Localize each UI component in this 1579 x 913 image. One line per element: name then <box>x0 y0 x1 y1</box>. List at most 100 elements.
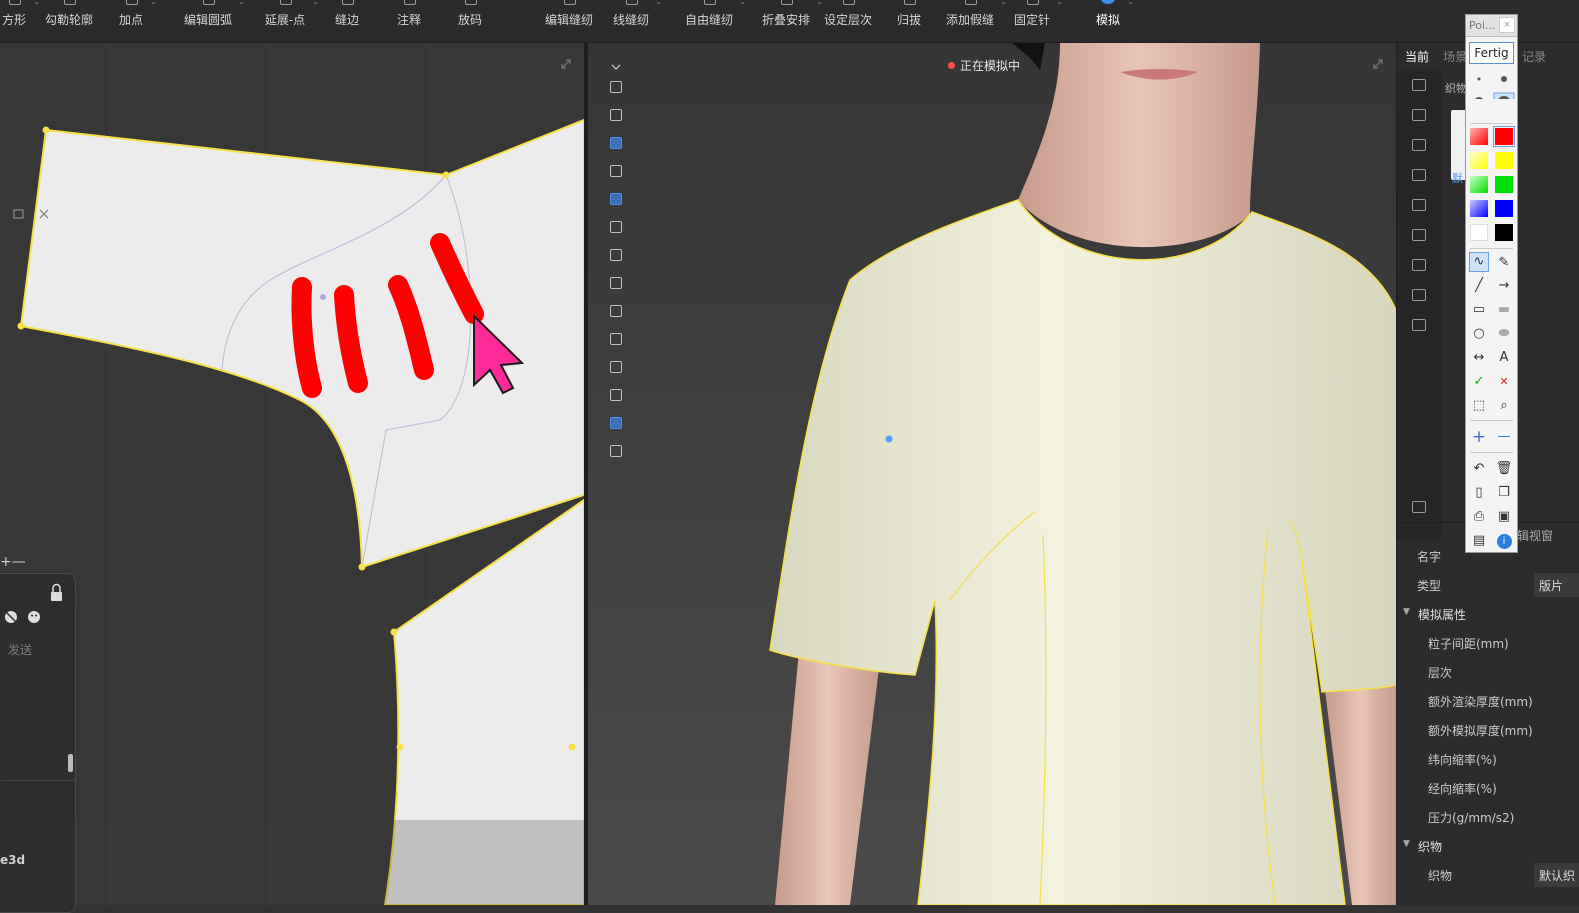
strip-garment-hide-button[interactable] <box>603 440 629 464</box>
strip-wind-button[interactable] <box>603 356 629 380</box>
tool-segment-sewing[interactable]: 线缝纫 ⌄ <box>612 0 662 43</box>
lock-icon[interactable] <box>51 583 62 602</box>
prop-group-simulation[interactable]: ▼ 模拟属性 <box>1397 599 1579 628</box>
buttonhole-icon[interactable] <box>1412 139 1426 151</box>
hide-icon[interactable] <box>4 610 18 624</box>
tool-extend-point[interactable]: 延展-点 ⌄ <box>263 0 319 43</box>
undo-icon[interactable]: ↶ <box>1469 459 1489 479</box>
tool-free-sewing[interactable]: 自由缝纫 ⌄ <box>684 0 746 43</box>
zoom-tool-icon[interactable]: ⌕ <box>1494 396 1514 416</box>
minus-icon[interactable]: — <box>1494 427 1514 447</box>
rectangle-tool-icon[interactable]: ▭ <box>1469 300 1489 320</box>
eraser-icon[interactable]: ✎ <box>1494 253 1514 273</box>
tool-add-point[interactable]: 加点 ⌄ <box>117 0 157 43</box>
fabric-value[interactable]: 默认织 <box>1534 863 1579 887</box>
freehand-pen-icon[interactable]: ∿ <box>1469 252 1489 272</box>
color-green-translucent[interactable] <box>1470 176 1488 193</box>
tool-annotation[interactable]: 注释 <box>395 0 423 43</box>
strip-grid-button[interactable] <box>603 272 629 296</box>
brush-size-picker[interactable] <box>1466 69 1517 99</box>
color-blue[interactable] <box>1495 200 1513 217</box>
new-page-icon[interactable]: ▯ <box>1469 483 1489 503</box>
palette-close-button[interactable]: × <box>1499 17 1515 33</box>
tool-add-basting[interactable]: 添加假缝 ⌄ <box>945 0 1007 43</box>
emoji-icon[interactable] <box>28 611 40 623</box>
avatar-3d-view[interactable] <box>588 43 1396 905</box>
tool-rectangle[interactable]: 方形 ⌄ <box>0 0 40 43</box>
strip-gravity-button[interactable] <box>603 300 629 324</box>
tool-pin[interactable]: 固定针 ⌄ <box>1013 0 1063 43</box>
prop-group-fabric[interactable]: ▼ 织物 <box>1397 831 1579 860</box>
prop-row-fabric[interactable]: 织物 默认织 <box>1397 860 1579 889</box>
tool-grading[interactable]: 放码 <box>456 0 484 43</box>
prop-row-particle-distance[interactable]: 粒子间距(mm) <box>1397 628 1579 657</box>
filled-ellipse-tool-icon[interactable]: ⬬ <box>1494 324 1514 344</box>
tab-scene[interactable]: 场景 <box>1443 48 1467 65</box>
tool-trace-outline[interactable]: 勾勒轮廓 <box>44 0 94 43</box>
fabric-icon[interactable] <box>1412 79 1426 91</box>
strip-body-button[interactable] <box>603 160 629 184</box>
strip-garment-button[interactable] <box>603 384 629 408</box>
strip-texture-button[interactable] <box>603 188 629 212</box>
color-red-translucent[interactable] <box>1470 128 1488 145</box>
prop-row-layer[interactable]: 层次 <box>1397 657 1579 686</box>
avatar-canvas[interactable] <box>588 43 1396 905</box>
arrow-tool-icon[interactable]: → <box>1494 276 1514 296</box>
trash-icon[interactable]: 🗑 <box>1494 459 1514 479</box>
prop-row-warp-shrink[interactable]: 经向缩率(%) <box>1397 773 1579 802</box>
plus-icon[interactable]: + <box>1469 427 1489 447</box>
copy-icon[interactable]: ❐ <box>1494 483 1514 503</box>
prop-row-pressure[interactable]: 压力(g/mm/s2) <box>1397 802 1579 831</box>
prop-row-render-thickness[interactable]: 额外渲染厚度(mm) <box>1397 686 1579 715</box>
default-fabric-link[interactable]: 默 <box>1452 170 1463 186</box>
tab-current[interactable]: 当前 <box>1405 48 1429 65</box>
line-tool-icon[interactable]: ╱ <box>1469 276 1489 296</box>
type-value[interactable]: 版片 <box>1534 573 1579 597</box>
window-restore-icon[interactable] <box>13 209 24 219</box>
save-icon[interactable]: ▣ <box>1494 507 1514 527</box>
pattern-2d-view[interactable]: +— <box>0 43 584 905</box>
tool-edit-sewing[interactable]: 编辑缝纫 <box>544 0 594 43</box>
person-icon[interactable] <box>1412 319 1426 331</box>
seam-icon[interactable] <box>1412 259 1426 271</box>
color-white[interactable] <box>1470 224 1488 241</box>
zipper-icon[interactable] <box>1412 199 1426 211</box>
line-icon[interactable] <box>1412 169 1426 181</box>
strip-fill-button[interactable] <box>603 244 629 268</box>
check-icon[interactable]: ✓ <box>1469 372 1489 392</box>
color-yellow-translucent[interactable] <box>1470 152 1488 169</box>
button-icon[interactable] <box>1412 109 1426 121</box>
cube-icon[interactable] <box>1412 501 1426 513</box>
expand-icon[interactable] <box>561 59 571 69</box>
ellipse-tool-icon[interactable]: ○ <box>1469 324 1489 344</box>
tool-seam-allowance[interactable]: 缝边 <box>333 0 361 43</box>
topstitch-icon[interactable] <box>1412 229 1426 241</box>
prop-row-weft-shrink[interactable]: 纬向缩率(%) <box>1397 744 1579 773</box>
strip-garment-active-button[interactable] <box>603 412 629 436</box>
tab-history[interactable]: 记录 <box>1522 48 1546 65</box>
tool-fold-arrangement[interactable]: 折叠安排 ⌄ <box>761 0 823 43</box>
cross-icon[interactable]: ✕ <box>1494 372 1514 392</box>
double-arrow-tool-icon[interactable]: ↔ <box>1469 348 1489 368</box>
filled-rectangle-tool-icon[interactable]: ▬ <box>1494 300 1514 320</box>
color-blue-translucent[interactable] <box>1470 200 1488 217</box>
strip-skeleton-button[interactable] <box>603 104 629 128</box>
tool-simulate[interactable]: 模拟 ⌄ <box>1094 0 1134 43</box>
palette-titlebar[interactable]: Poi... × <box>1466 15 1517 37</box>
strip-layer-button[interactable] <box>603 216 629 240</box>
text-tool-icon[interactable]: A <box>1494 348 1514 368</box>
color-yellow[interactable] <box>1495 152 1513 169</box>
prop-row-type[interactable]: 类型 版片 <box>1397 570 1579 599</box>
selection-tool-icon[interactable]: ⬚ <box>1469 396 1489 416</box>
color-red[interactable] <box>1493 126 1515 147</box>
strip-avatar-button[interactable] <box>603 76 629 100</box>
info-icon[interactable]: i <box>1494 531 1514 551</box>
window-icon[interactable]: ▤ <box>1469 531 1489 551</box>
strip-pose-button[interactable] <box>603 132 629 156</box>
pattern-canvas[interactable] <box>0 43 584 905</box>
chat-scrollbar[interactable] <box>68 754 73 772</box>
tape-icon[interactable] <box>1412 289 1426 301</box>
tool-edit-arc[interactable]: 编辑圆弧 ⌄ <box>183 0 245 43</box>
done-button[interactable]: Fertig <box>1469 42 1514 64</box>
color-black[interactable] <box>1495 224 1513 241</box>
